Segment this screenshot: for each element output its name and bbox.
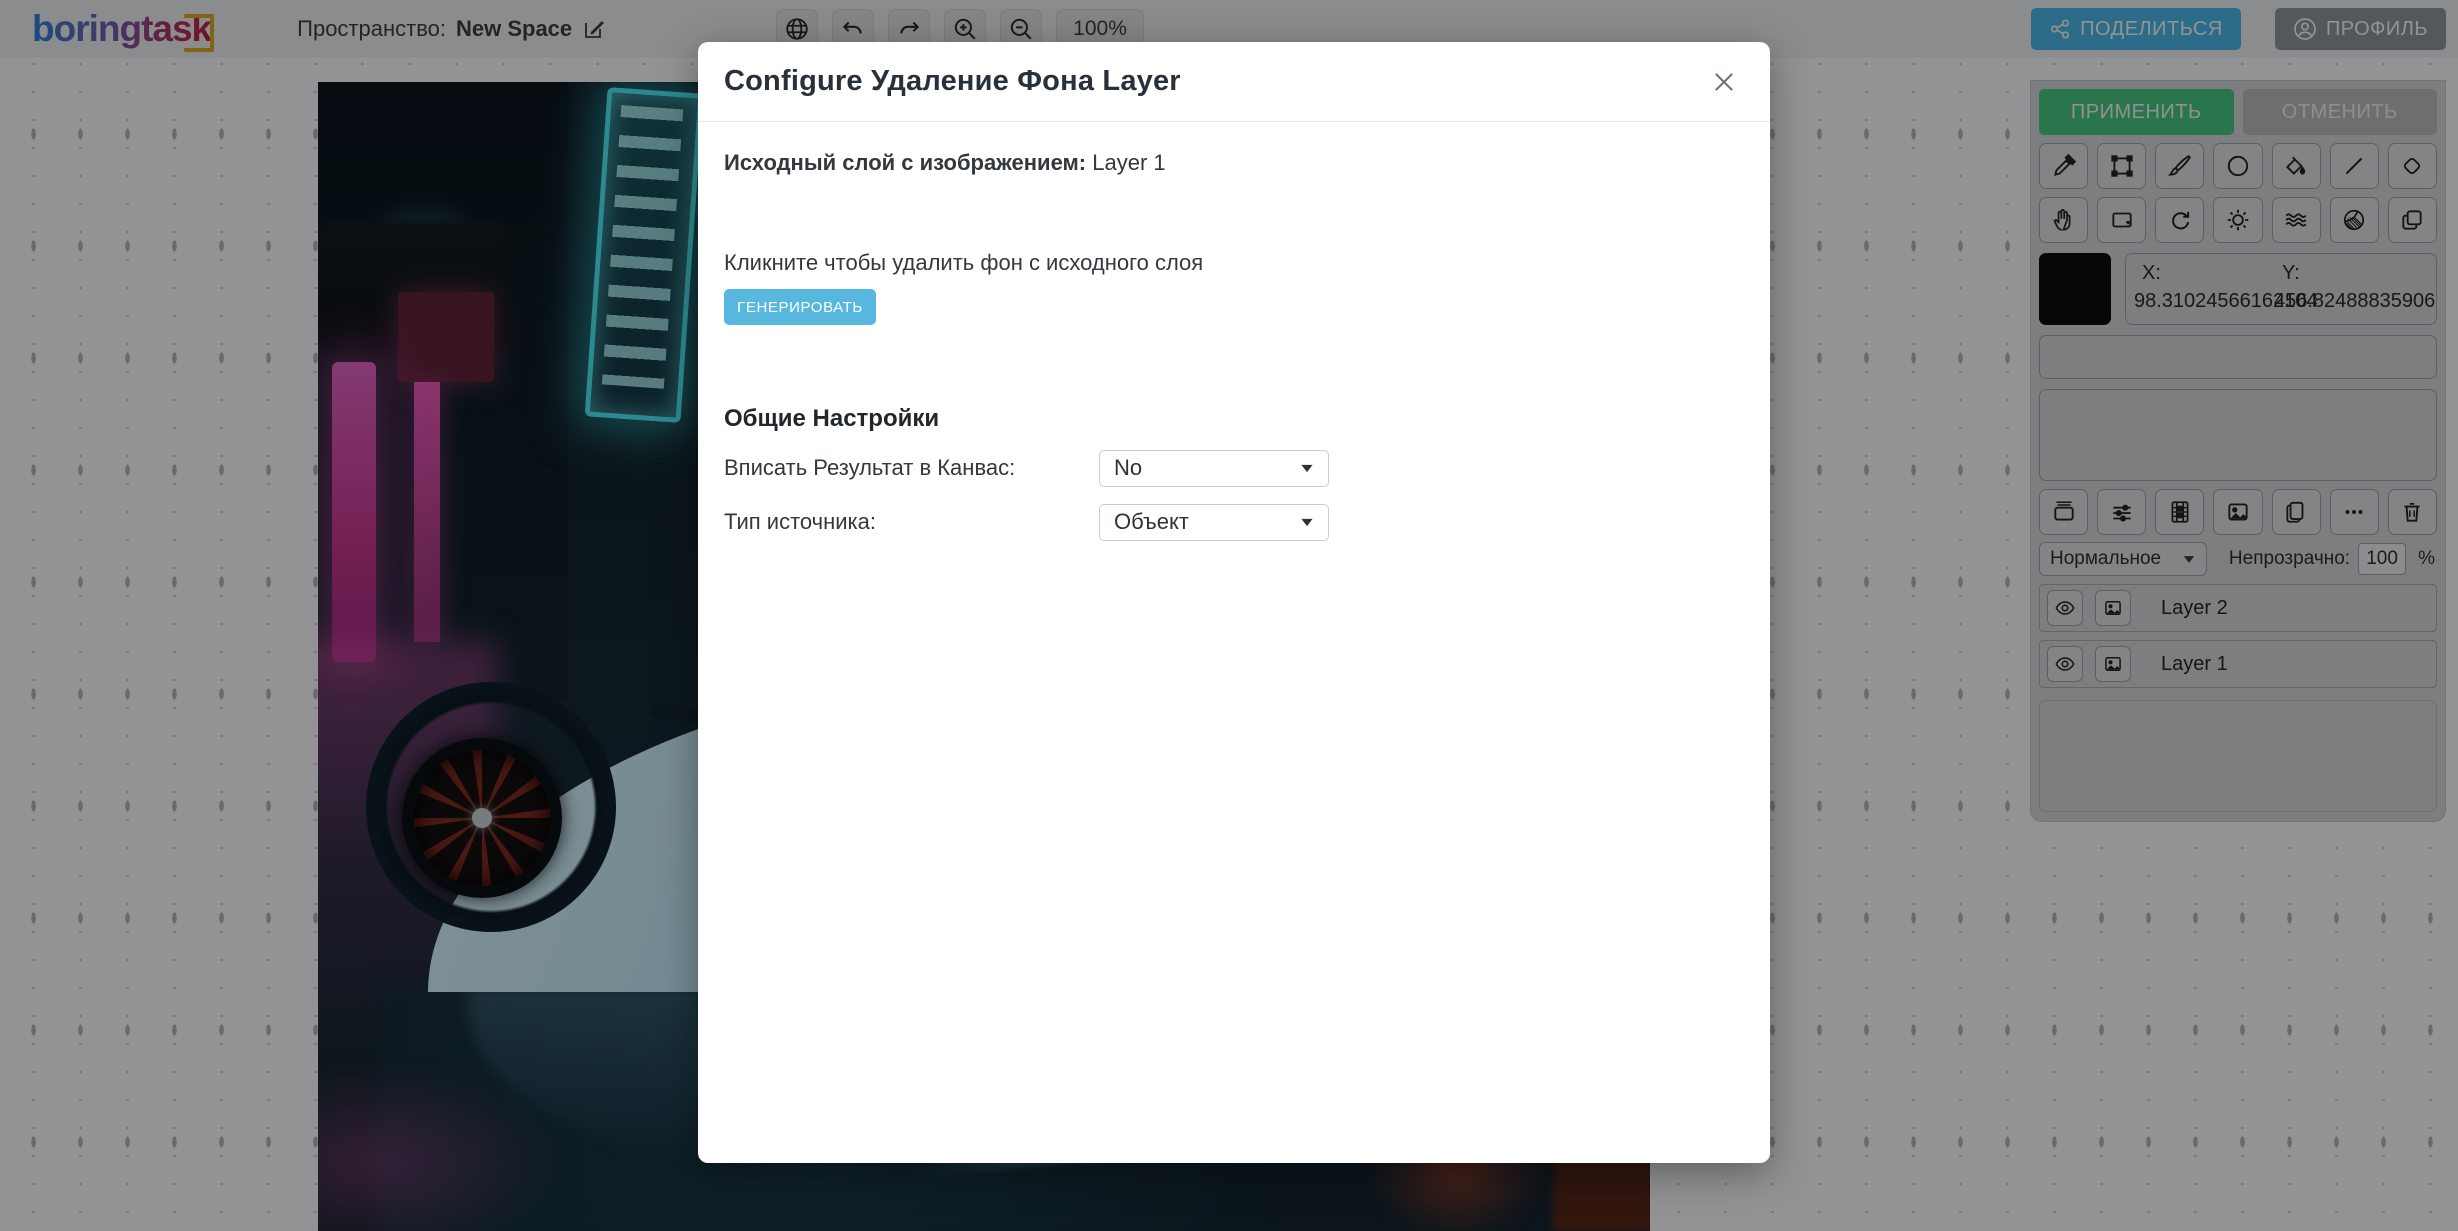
generate-hint: Кликните чтобы удалить фон с исходного с… <box>724 250 1744 276</box>
configure-layer-modal: Configure Удаление Фона Layer Исходный с… <box>698 42 1770 1163</box>
fit-result-label: Вписать Результат в Канвас: <box>724 455 1099 481</box>
source-type-select[interactable]: Объект <box>1099 504 1329 541</box>
modal-title: Configure Удаление Фона Layer <box>724 65 1181 98</box>
source-type-label: Тип источника: <box>724 509 1099 535</box>
source-layer-value: Layer 1 <box>1092 150 1165 175</box>
source-layer-label: Исходный слой с изображением: <box>724 150 1086 175</box>
chevron-down-icon <box>1301 464 1312 471</box>
chevron-down-icon <box>1301 518 1312 525</box>
close-icon[interactable] <box>1704 62 1744 102</box>
general-settings-title: Общие Настройки <box>724 405 1744 433</box>
fit-result-select[interactable]: No <box>1099 450 1329 487</box>
generate-button[interactable]: ГЕНЕРИРОВАТЬ <box>724 289 876 325</box>
source-layer-line: Исходный слой с изображением: Layer 1 <box>724 150 1744 176</box>
